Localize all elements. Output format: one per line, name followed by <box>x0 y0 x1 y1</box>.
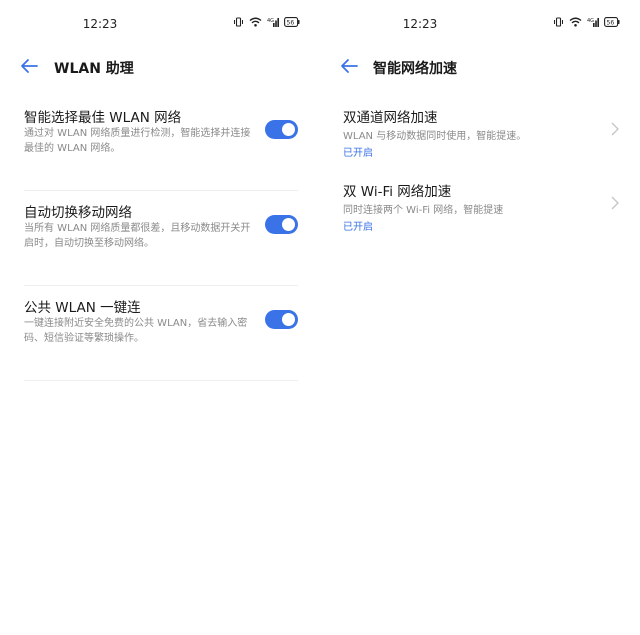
public-wlan-toggle[interactable] <box>265 310 298 329</box>
signal-icon: 4G <box>587 17 599 27</box>
toggle-knob <box>282 218 295 231</box>
arrow-left-icon <box>21 59 38 73</box>
item-status: 已开启 <box>343 148 373 159</box>
status-bar: 12:23 4G 56 <box>320 14 640 34</box>
item-description: WLAN 与移动数据同时使用，智能提速。 <box>343 131 527 142</box>
page-header: WLAN 助理 <box>0 56 320 80</box>
chevron-right-icon <box>611 196 619 210</box>
status-time: 12:23 <box>402 17 438 31</box>
status-time: 12:23 <box>82 17 118 31</box>
vibrate-icon <box>233 17 244 27</box>
best-wlan-toggle[interactable] <box>265 120 298 139</box>
battery-icon: 56 <box>284 17 300 27</box>
back-button[interactable] <box>340 58 362 78</box>
item-status: 已开启 <box>343 222 373 233</box>
signal-icon: 4G <box>267 17 279 27</box>
battery-level: 56 <box>607 20 615 27</box>
wifi-icon <box>249 17 262 27</box>
setting-description: 一键连接附近安全免费的公共 WLAN，省去输入密码、短信验证等繁琐操作。 <box>24 318 248 344</box>
item-description: 同时连接两个 Wi-Fi 网络，智能提速 <box>343 205 504 216</box>
setting-public-wlan: 公共 WLAN 一键连 一键连接附近安全免费的公共 WLAN，省去输入密码、短信… <box>24 286 298 381</box>
arrow-left-icon <box>341 59 358 73</box>
wifi-icon <box>569 17 582 27</box>
battery-icon: 56 <box>604 17 620 27</box>
status-icons: 4G 56 <box>553 17 620 27</box>
setting-title: 公共 WLAN 一键连 <box>24 300 141 316</box>
setting-description: 当所有 WLAN 网络质量都很差，且移动数据开关开启时，自动切换至移动网络。 <box>24 223 251 249</box>
vibrate-icon <box>553 17 564 27</box>
back-button[interactable] <box>20 58 42 78</box>
acceleration-list: 双通道网络加速 WLAN 与移动数据同时使用，智能提速。 已开启 双 Wi-Fi… <box>343 96 620 244</box>
wlan-assistant-screen: 12:23 4G 56 WLAN 助理 智能选择最佳 WLAN 网络 通过对 W… <box>0 0 320 635</box>
setting-auto-switch-mobile: 自动切换移动网络 当所有 WLAN 网络质量都很差，且移动数据开关开启时，自动切… <box>24 191 298 286</box>
chevron-right-icon <box>611 122 619 136</box>
toggle-knob <box>282 313 295 326</box>
item-title: 双 Wi-Fi 网络加速 <box>343 184 452 200</box>
status-icons: 4G 56 <box>233 17 300 27</box>
setting-description: 通过对 WLAN 网络质量进行检测，智能选择并连接最佳的 WLAN 网络。 <box>24 128 251 154</box>
dual-channel-acceleration-item[interactable]: 双通道网络加速 WLAN 与移动数据同时使用，智能提速。 已开启 <box>343 96 620 170</box>
page-title: WLAN 助理 <box>54 61 134 77</box>
page-header: 智能网络加速 <box>320 56 640 80</box>
setting-title: 自动切换移动网络 <box>24 205 132 221</box>
setting-title: 智能选择最佳 WLAN 网络 <box>24 110 182 126</box>
battery-level: 56 <box>287 20 295 27</box>
auto-switch-mobile-toggle[interactable] <box>265 215 298 234</box>
svg-text:4G: 4G <box>267 18 274 24</box>
setting-best-wlan: 智能选择最佳 WLAN 网络 通过对 WLAN 网络质量进行检测，智能选择并连接… <box>24 96 298 191</box>
svg-text:4G: 4G <box>587 18 594 24</box>
page-title: 智能网络加速 <box>373 61 457 77</box>
toggle-knob <box>282 123 295 136</box>
settings-list: 智能选择最佳 WLAN 网络 通过对 WLAN 网络质量进行检测，智能选择并连接… <box>24 96 298 381</box>
dual-wifi-acceleration-item[interactable]: 双 Wi-Fi 网络加速 同时连接两个 Wi-Fi 网络，智能提速 已开启 <box>343 170 620 244</box>
status-bar: 12:23 4G 56 <box>0 14 320 34</box>
item-title: 双通道网络加速 <box>343 110 438 126</box>
